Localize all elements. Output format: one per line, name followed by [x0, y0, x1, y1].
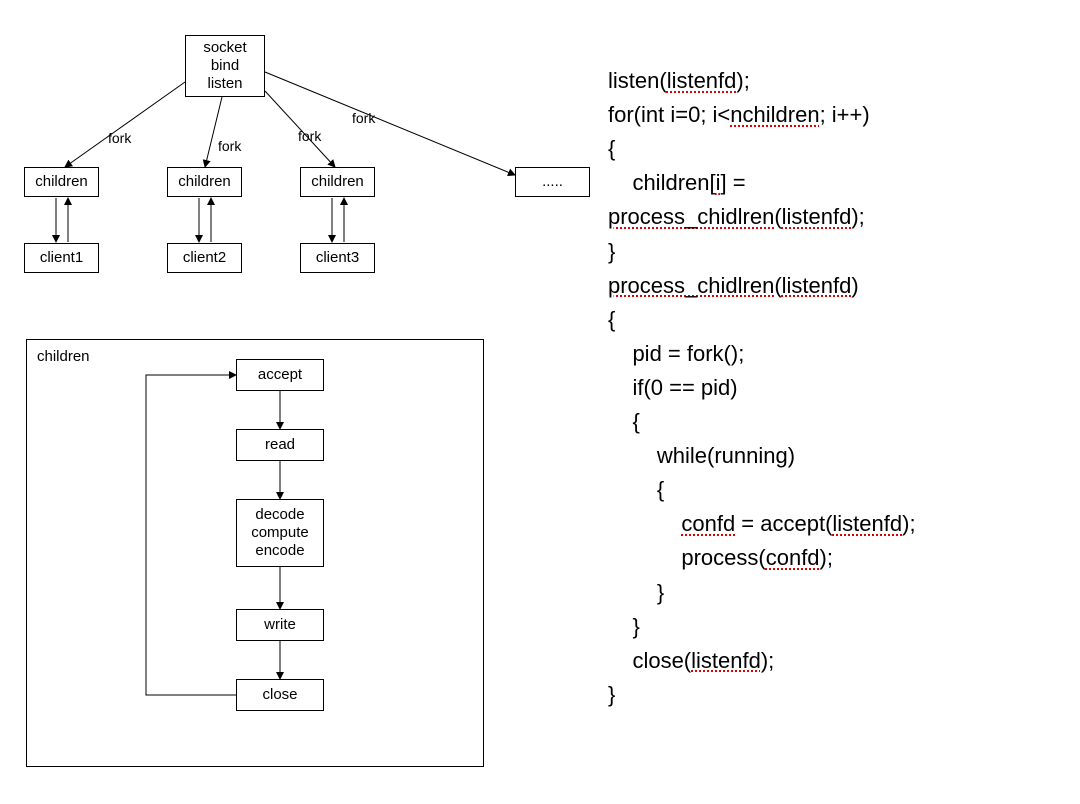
- c2c: ; i++): [820, 102, 870, 127]
- flow-title: children: [37, 348, 90, 365]
- c2a: for(int i=0; i<: [608, 102, 730, 127]
- flow-step-write: write: [236, 609, 324, 641]
- c1c: );: [736, 68, 749, 93]
- client-box-3: client3: [300, 243, 375, 273]
- children-label-3: children: [311, 173, 364, 191]
- client-box-1: client1: [24, 243, 99, 273]
- c3: {: [608, 136, 615, 161]
- flow-step-close-label: close: [262, 686, 297, 704]
- children-box-1: children: [24, 167, 99, 197]
- c11: {: [608, 409, 640, 434]
- c5a: process_chidlren: [608, 204, 774, 229]
- c19: }: [608, 682, 615, 707]
- code-block: listen(listenfd); for(int i=0; i<nchildr…: [608, 30, 916, 712]
- flow-step-decode: decode compute encode: [236, 499, 324, 567]
- c14b: confd: [681, 511, 735, 536]
- c14e: );: [902, 511, 915, 536]
- c15b: confd: [766, 545, 820, 570]
- children-box-3: children: [300, 167, 375, 197]
- flow-step-read: read: [236, 429, 324, 461]
- c18c: );: [761, 648, 774, 673]
- c15c: );: [820, 545, 833, 570]
- c9: pid = fork();: [608, 341, 744, 366]
- client-label-1: client1: [40, 249, 83, 267]
- root-l2: bind: [211, 57, 239, 75]
- c13: {: [608, 477, 664, 502]
- ellipsis-box: .....: [515, 167, 590, 197]
- fork-label-4: fork: [352, 110, 375, 126]
- c16: }: [608, 580, 664, 605]
- c7c: listenfd: [782, 273, 852, 298]
- client-label-2: client2: [183, 249, 226, 267]
- client-box-2: client2: [167, 243, 242, 273]
- flow-step-decode-label: decode compute encode: [251, 506, 309, 560]
- c14a: [608, 511, 681, 536]
- root-box: socket bind listen: [185, 35, 265, 97]
- c1a: listen(: [608, 68, 667, 93]
- flow-step-accept-label: accept: [258, 366, 302, 384]
- flow-step-read-label: read: [265, 436, 295, 454]
- children-label-2: children: [178, 173, 231, 191]
- fork-label-2: fork: [218, 138, 241, 154]
- c2b: nchildren: [730, 102, 819, 127]
- c12: while(running): [608, 443, 795, 468]
- children-label-1: children: [35, 173, 88, 191]
- c7a: process_chidlren: [608, 273, 774, 298]
- c8: {: [608, 307, 615, 332]
- fork-label-1: fork: [108, 130, 131, 146]
- c5b: (: [774, 204, 781, 229]
- c10: if(0 == pid): [608, 375, 738, 400]
- c6: }: [608, 239, 615, 264]
- fork-label-3: fork: [298, 128, 321, 144]
- c7b: (: [774, 273, 781, 298]
- c7d: ): [851, 273, 858, 298]
- c15a: process(: [608, 545, 766, 570]
- c18b: listenfd: [691, 648, 761, 673]
- c14d: listenfd: [832, 511, 902, 536]
- c4a: children[: [608, 170, 716, 195]
- c5d: );: [851, 204, 864, 229]
- children-box-2: children: [167, 167, 242, 197]
- c5c: listenfd: [782, 204, 852, 229]
- c17: }: [608, 614, 640, 639]
- root-l3: listen: [207, 75, 242, 93]
- flow-step-write-label: write: [264, 616, 296, 634]
- ellipsis-label: .....: [542, 173, 563, 191]
- c18a: close(: [608, 648, 691, 673]
- client-label-3: client3: [316, 249, 359, 267]
- c14c: = accept(: [735, 511, 832, 536]
- c1b: listenfd: [667, 68, 737, 93]
- c4c: ] =: [721, 170, 746, 195]
- root-l1: socket: [203, 39, 246, 57]
- flow-step-accept: accept: [236, 359, 324, 391]
- flow-step-close: close: [236, 679, 324, 711]
